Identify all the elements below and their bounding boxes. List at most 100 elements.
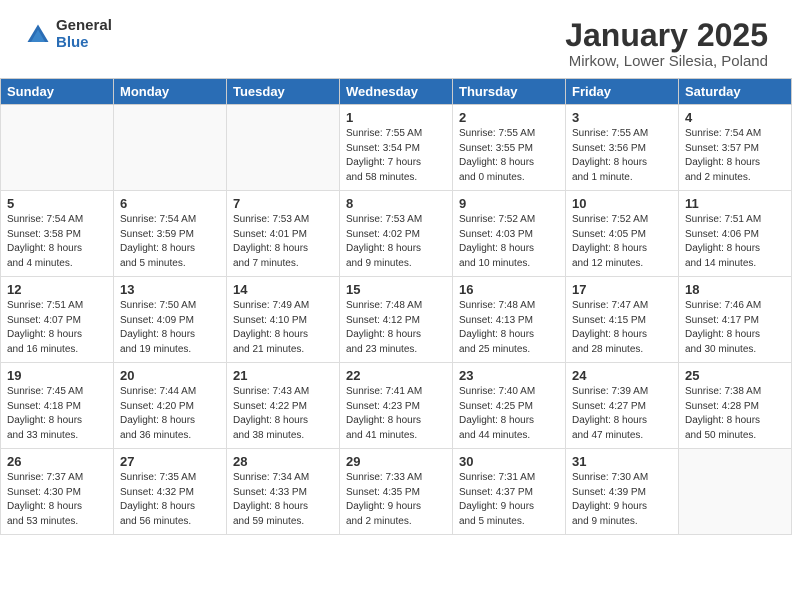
day-info: Sunrise: 7:50 AM Sunset: 4:09 PM Dayligh… [120,299,220,357]
page-title: January 2025 [565,18,768,53]
calendar-cell: 14 Sunrise: 7:49 AM Sunset: 4:10 PM Dayli… [227,277,340,363]
day-number: 7 [233,196,333,211]
calendar-week-row: 19 Sunrise: 7:45 AM Sunset: 4:18 PM Dayli… [1,363,792,449]
calendar-cell [114,105,227,191]
day-number: 10 [572,196,672,211]
page-subtitle: Mirkow, Lower Silesia, Poland [565,53,768,70]
calendar-cell: 4 Sunrise: 7:54 AM Sunset: 3:57 PM Daylig… [679,105,792,191]
day-info: Sunrise: 7:48 AM Sunset: 4:12 PM Dayligh… [346,299,446,357]
calendar-day-header: Wednesday [340,79,453,105]
day-number: 26 [7,454,107,469]
day-info: Sunrise: 7:51 AM Sunset: 4:06 PM Dayligh… [685,213,785,271]
calendar-cell: 12 Sunrise: 7:51 AM Sunset: 4:07 PM Dayli… [1,277,114,363]
day-info: Sunrise: 7:53 AM Sunset: 4:01 PM Dayligh… [233,213,333,271]
day-info: Sunrise: 7:52 AM Sunset: 4:03 PM Dayligh… [459,213,559,271]
day-info: Sunrise: 7:43 AM Sunset: 4:22 PM Dayligh… [233,385,333,443]
day-number: 29 [346,454,446,469]
calendar-cell: 9Sunrise: 7:52 AM Sunset: 4:03 PM Daylig… [453,191,566,277]
calendar-day-header: Monday [114,79,227,105]
day-number: 19 [7,368,107,383]
calendar-cell: 15 Sunrise: 7:48 AM Sunset: 4:12 PM Dayli… [340,277,453,363]
day-number: 23 [459,368,559,383]
day-info: Sunrise: 7:44 AM Sunset: 4:20 PM Dayligh… [120,385,220,443]
day-number: 21 [233,368,333,383]
calendar-week-row: 5 Sunrise: 7:54 AM Sunset: 3:58 PM Daylig… [1,191,792,277]
day-info: Sunrise: 7:54 AM Sunset: 3:57 PM Dayligh… [685,127,785,185]
calendar-cell: 5 Sunrise: 7:54 AM Sunset: 3:58 PM Daylig… [1,191,114,277]
calendar-cell: 17 Sunrise: 7:47 AM Sunset: 4:15 PM Dayli… [566,277,679,363]
day-info: Sunrise: 7:55 AM Sunset: 3:54 PM Dayligh… [346,127,446,185]
day-number: 1 [346,110,446,125]
day-number: 11 [685,196,785,211]
day-number: 22 [346,368,446,383]
day-info: Sunrise: 7:35 AM Sunset: 4:32 PM Dayligh… [120,471,220,529]
calendar-cell: 11 Sunrise: 7:51 AM Sunset: 4:06 PM Dayli… [679,191,792,277]
calendar-cell: 28Sunrise: 7:34 AM Sunset: 4:33 PM Dayli… [227,449,340,535]
day-number: 27 [120,454,220,469]
day-info: Sunrise: 7:37 AM Sunset: 4:30 PM Dayligh… [7,471,107,529]
day-number: 31 [572,454,672,469]
calendar-cell: 22 Sunrise: 7:41 AM Sunset: 4:23 PM Dayli… [340,363,453,449]
day-number: 5 [7,196,107,211]
calendar-cell: 7 Sunrise: 7:53 AM Sunset: 4:01 PM Daylig… [227,191,340,277]
logo-blue-text: Blue [56,35,112,52]
day-info: Sunrise: 7:34 AM Sunset: 4:33 PM Dayligh… [233,471,333,529]
calendar-cell: 24Sunrise: 7:39 AM Sunset: 4:27 PM Dayli… [566,363,679,449]
calendar-cell: 31 Sunrise: 7:30 AM Sunset: 4:39 PM Dayli… [566,449,679,535]
day-info: Sunrise: 7:41 AM Sunset: 4:23 PM Dayligh… [346,385,446,443]
day-number: 30 [459,454,559,469]
day-number: 8 [346,196,446,211]
day-info: Sunrise: 7:54 AM Sunset: 3:58 PM Dayligh… [7,213,107,271]
day-number: 4 [685,110,785,125]
day-number: 15 [346,282,446,297]
calendar-cell: 18 Sunrise: 7:46 AM Sunset: 4:17 PM Dayli… [679,277,792,363]
calendar-cell [679,449,792,535]
calendar-cell: 6Sunrise: 7:54 AM Sunset: 3:59 PM Daylig… [114,191,227,277]
day-number: 3 [572,110,672,125]
day-info: Sunrise: 7:52 AM Sunset: 4:05 PM Dayligh… [572,213,672,271]
day-info: Sunrise: 7:45 AM Sunset: 4:18 PM Dayligh… [7,385,107,443]
day-number: 18 [685,282,785,297]
day-info: Sunrise: 7:33 AM Sunset: 4:35 PM Dayligh… [346,471,446,529]
calendar-day-header: Saturday [679,79,792,105]
logo: General Blue [24,18,112,51]
calendar-cell: 20Sunrise: 7:44 AM Sunset: 4:20 PM Dayli… [114,363,227,449]
day-info: Sunrise: 7:46 AM Sunset: 4:17 PM Dayligh… [685,299,785,357]
day-number: 16 [459,282,559,297]
page-header: General Blue January 2025 Mirkow, Lower … [0,0,792,78]
day-info: Sunrise: 7:47 AM Sunset: 4:15 PM Dayligh… [572,299,672,357]
calendar-cell: 19 Sunrise: 7:45 AM Sunset: 4:18 PM Dayli… [1,363,114,449]
calendar-cell: 3 Sunrise: 7:55 AM Sunset: 3:56 PM Daylig… [566,105,679,191]
day-number: 24 [572,368,672,383]
calendar-week-row: 26 Sunrise: 7:37 AM Sunset: 4:30 PM Dayli… [1,449,792,535]
calendar-cell: 1 Sunrise: 7:55 AM Sunset: 3:54 PM Daylig… [340,105,453,191]
calendar-cell: 13 Sunrise: 7:50 AM Sunset: 4:09 PM Dayli… [114,277,227,363]
day-info: Sunrise: 7:49 AM Sunset: 4:10 PM Dayligh… [233,299,333,357]
day-number: 25 [685,368,785,383]
calendar-cell: 21 Sunrise: 7:43 AM Sunset: 4:22 PM Dayli… [227,363,340,449]
calendar-day-header: Sunday [1,79,114,105]
calendar-cell: 23 Sunrise: 7:40 AM Sunset: 4:25 PM Dayli… [453,363,566,449]
day-info: Sunrise: 7:40 AM Sunset: 4:25 PM Dayligh… [459,385,559,443]
calendar-cell: 2Sunrise: 7:55 AM Sunset: 3:55 PM Daylig… [453,105,566,191]
calendar-cell: 30 Sunrise: 7:31 AM Sunset: 4:37 PM Dayli… [453,449,566,535]
calendar-day-header: Friday [566,79,679,105]
calendar-day-header: Tuesday [227,79,340,105]
day-info: Sunrise: 7:51 AM Sunset: 4:07 PM Dayligh… [7,299,107,357]
calendar-cell: 29 Sunrise: 7:33 AM Sunset: 4:35 PM Dayli… [340,449,453,535]
calendar-cell: 10 Sunrise: 7:52 AM Sunset: 4:05 PM Dayli… [566,191,679,277]
day-number: 17 [572,282,672,297]
day-info: Sunrise: 7:55 AM Sunset: 3:56 PM Dayligh… [572,127,672,185]
day-number: 12 [7,282,107,297]
day-number: 13 [120,282,220,297]
logo-icon [24,21,52,49]
calendar-cell [1,105,114,191]
day-number: 14 [233,282,333,297]
day-info: Sunrise: 7:30 AM Sunset: 4:39 PM Dayligh… [572,471,672,529]
title-block: January 2025 Mirkow, Lower Silesia, Pola… [565,18,768,70]
day-number: 2 [459,110,559,125]
day-info: Sunrise: 7:31 AM Sunset: 4:37 PM Dayligh… [459,471,559,529]
calendar-day-header: Thursday [453,79,566,105]
day-info: Sunrise: 7:38 AM Sunset: 4:28 PM Dayligh… [685,385,785,443]
calendar-week-row: 12 Sunrise: 7:51 AM Sunset: 4:07 PM Dayli… [1,277,792,363]
